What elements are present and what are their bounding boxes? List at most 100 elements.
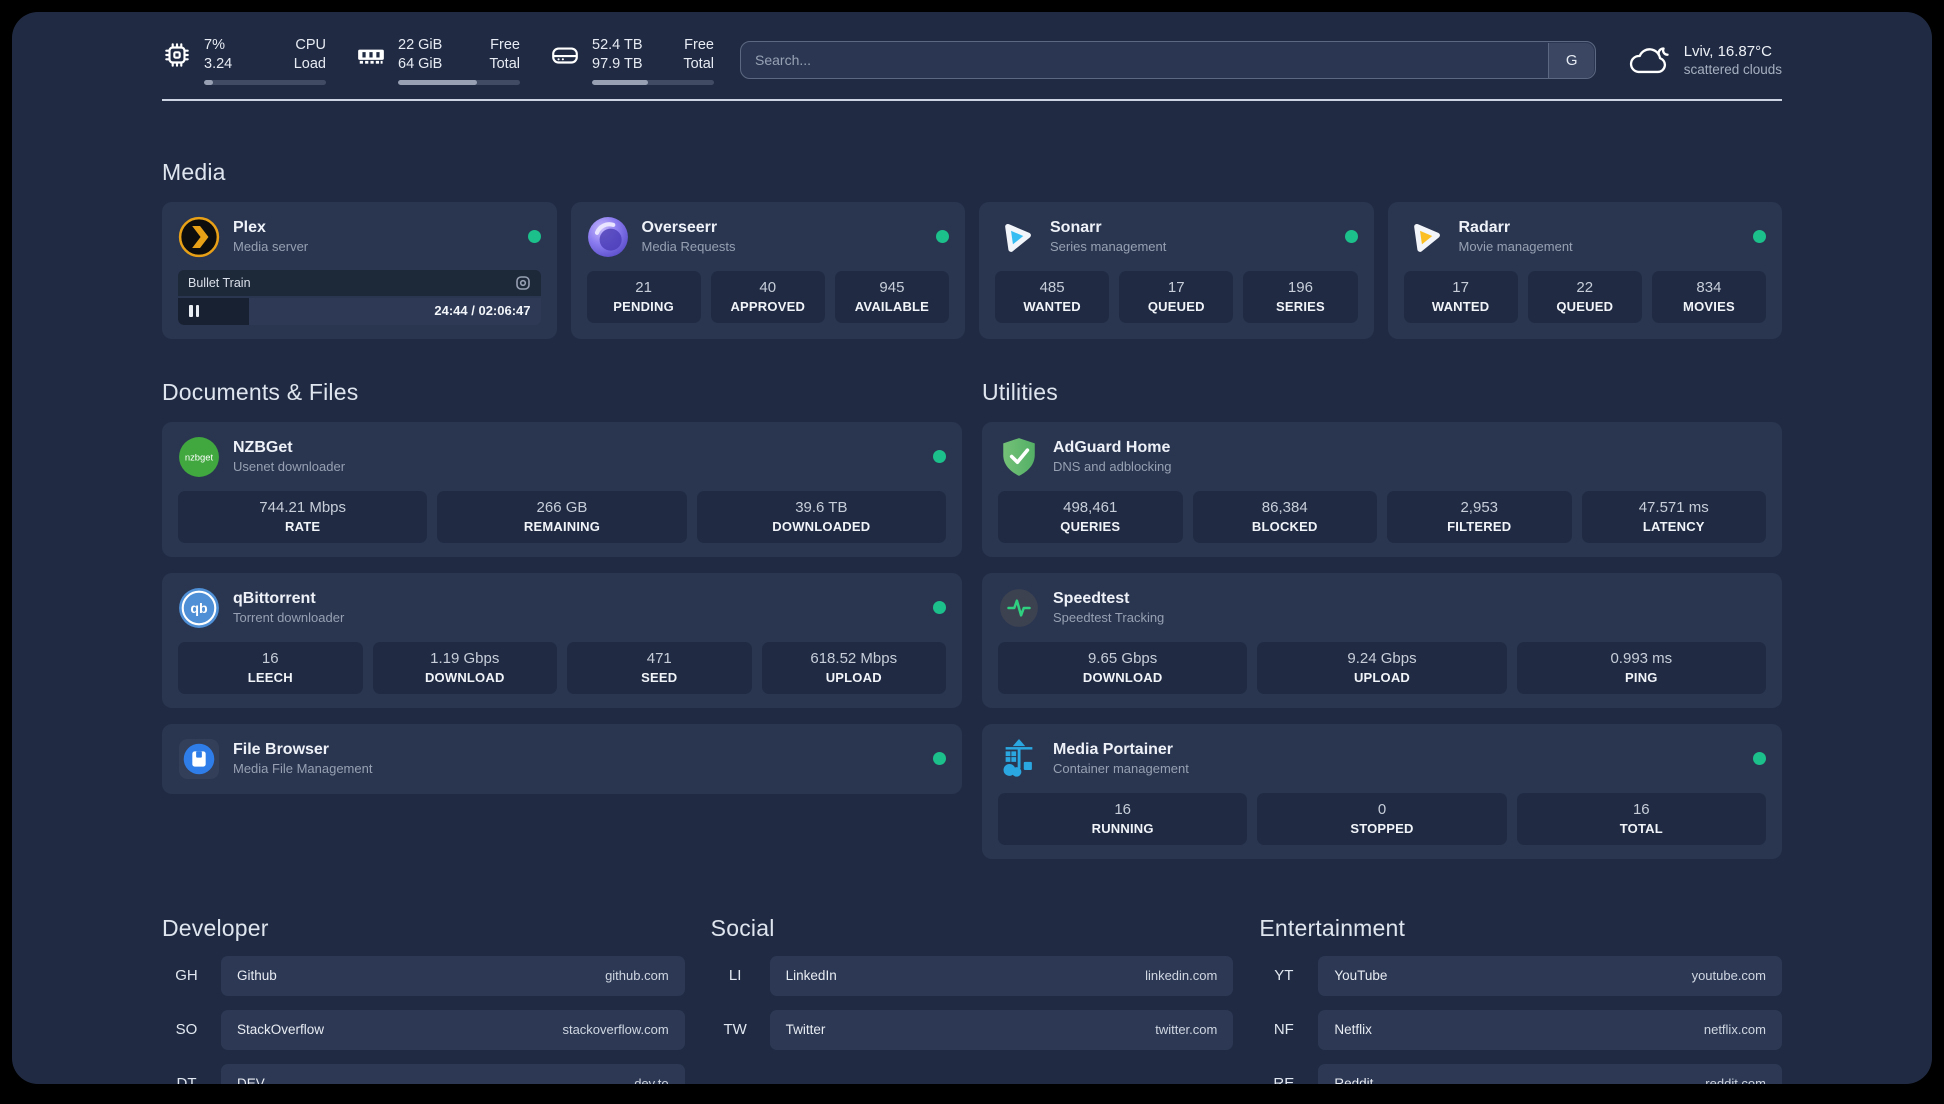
sonarr-icon — [995, 216, 1037, 258]
bookmark-stackoverflow[interactable]: SO StackOverflow stackoverflow.com — [162, 1009, 685, 1050]
bookmark-linkedin[interactable]: LI LinkedIn linkedin.com — [710, 955, 1234, 996]
section-title-media: Media — [162, 158, 226, 185]
app-title: Sonarr — [1050, 219, 1102, 237]
app-card-filebrowser[interactable]: File Browser Media File Management — [162, 723, 962, 794]
memory-stat: 22 GiB 64 GiB Free Total — [356, 36, 520, 85]
bookmark-name: YouTube — [1334, 968, 1388, 984]
stat-rate: 744.21 Mbps RATE — [178, 490, 428, 543]
stat-running: 16 RUNNING — [998, 792, 1248, 845]
app-subtitle: Media server — [233, 239, 309, 255]
bookmark-url: reddit.com — [1705, 1076, 1766, 1084]
disk-free-value: 52.4 TB — [592, 37, 643, 53]
disk-total-label: Total — [683, 55, 714, 72]
stat-downloaded: 39.6 TB DOWNLOADED — [696, 490, 946, 543]
status-dot — [933, 450, 946, 464]
stat-series: 196 SERIES — [1243, 270, 1358, 323]
now-playing-title: Bullet Train — [188, 275, 251, 290]
app-subtitle: Movie management — [1458, 239, 1573, 255]
bookmark-group-entertainment: Entertainment YT YouTube youtube.com NF N… — [1259, 915, 1782, 1084]
bookmark-reddit[interactable]: RE Reddit reddit.com — [1259, 1063, 1782, 1084]
bookmarks-area: Developer GH Github github.com SO StackOv… — [162, 915, 1782, 1084]
disk-icon — [550, 40, 580, 70]
app-card-plex[interactable]: Plex Media server Bullet Train 24:44 / 0… — [162, 201, 557, 339]
google-search-button[interactable]: G — [1548, 42, 1595, 78]
stat-wanted: 17 WANTED — [1403, 270, 1518, 323]
bookmark-github[interactable]: GH Github github.com — [162, 955, 685, 996]
app-card-radarr[interactable]: Radarr Movie management 17 WANTED 22 QUEUE… — [1387, 201, 1782, 339]
system-stats: 7% 3.24 CPU Load 22 GiB 64 GiB Free Tota… — [162, 36, 714, 85]
svg-text:nzbget: nzbget — [185, 452, 214, 463]
app-subtitle: DNS and adblocking — [1053, 459, 1172, 475]
bookmark-name: Reddit — [1334, 1076, 1374, 1084]
qbittorrent-icon: qb — [178, 587, 220, 629]
app-title: Overseerr — [641, 219, 718, 237]
cpu-load-value: 3.24 — [204, 55, 233, 72]
bookmark-group-social: Social LI LinkedIn linkedin.com TW Twitte… — [710, 915, 1234, 1084]
app-card-sonarr[interactable]: Sonarr Series management 485 WANTED 17 QUE… — [979, 201, 1374, 339]
app-title: Speedtest — [1053, 590, 1130, 608]
bookmark-abbr: TW — [710, 1009, 760, 1050]
bookmark-abbr: NF — [1259, 1009, 1309, 1050]
stat-available: 945 AVAILABLE — [834, 270, 950, 323]
app-card-overseerr[interactable]: Overseerr Media Requests 21 PENDING 40 APP… — [570, 201, 965, 339]
weather-condition: scattered clouds — [1683, 62, 1782, 78]
stat-upload: 9.24 Gbps UPLOAD — [1257, 641, 1507, 694]
plex-icon — [178, 216, 220, 258]
bookmark-dev[interactable]: DT DEV dev.to — [162, 1063, 685, 1084]
app-title: Radarr — [1458, 219, 1511, 237]
status-dot — [527, 230, 541, 244]
pause-button[interactable] — [189, 304, 199, 317]
stat-ping: 0.993 ms PING — [1516, 641, 1766, 694]
search-input[interactable] — [740, 41, 1596, 80]
bookmark-name: DEV — [237, 1076, 265, 1084]
stat-queued: 22 QUEUED — [1527, 270, 1642, 323]
bookmark-url: linkedin.com — [1145, 968, 1218, 984]
status-dot — [933, 752, 946, 766]
bookmark-twitter[interactable]: TW Twitter twitter.com — [710, 1009, 1234, 1050]
memory-icon — [356, 40, 386, 70]
bookmark-url: youtube.com — [1691, 968, 1766, 984]
memory-free-value: 22 GiB — [398, 37, 443, 53]
bookmark-url: netflix.com — [1703, 1022, 1766, 1038]
app-subtitle: Speedtest Tracking — [1053, 610, 1165, 626]
nzbget-icon: nzbget — [178, 436, 220, 478]
app-subtitle: Usenet downloader — [233, 459, 346, 475]
bookmark-name: StackOverflow — [237, 1022, 325, 1038]
bookmark-name: Github — [237, 968, 277, 984]
memory-total-label: Total — [489, 55, 520, 72]
app-subtitle: Media File Management — [233, 761, 373, 777]
bookmark-youtube[interactable]: YT YouTube youtube.com — [1259, 955, 1782, 996]
app-title: qBittorrent — [233, 590, 316, 608]
stat-queued: 17 QUEUED — [1119, 270, 1234, 323]
section-title-documents: Documents & Files — [162, 378, 359, 405]
disk-progress-bar — [592, 79, 714, 85]
app-card-qbittorrent[interactable]: qb qBittorrent Torrent downloader 16 LEEC… — [162, 572, 962, 708]
stat-download: 1.19 Gbps DOWNLOAD — [372, 641, 557, 694]
bookmark-abbr: YT — [1259, 955, 1309, 996]
disk-total-value: 97.9 TB — [592, 55, 643, 72]
app-card-portainer[interactable]: Media Portainer Container management 16 R… — [982, 723, 1782, 859]
bookmark-url: github.com — [605, 968, 669, 984]
app-card-adguard[interactable]: AdGuard Home DNS and adblocking 498,461 Q… — [982, 421, 1782, 557]
section-utilities: Utilities AdGuard Home DNS and adblockin… — [982, 379, 1782, 859]
stat-movies: 834 MOVIES — [1651, 270, 1767, 323]
bookmark-netflix[interactable]: NF Netflix netflix.com — [1259, 1009, 1782, 1050]
bookmark-url: twitter.com — [1155, 1022, 1218, 1038]
bookmark-name: LinkedIn — [785, 968, 837, 984]
status-dot — [1753, 230, 1766, 244]
portainer-icon — [998, 738, 1040, 780]
memory-free-label: Free — [490, 37, 520, 53]
search-bar: G — [740, 41, 1596, 80]
app-title: NZBGet — [233, 439, 293, 457]
app-subtitle: Series management — [1050, 239, 1167, 255]
app-subtitle: Torrent downloader — [233, 610, 345, 626]
status-dot — [936, 230, 949, 244]
bookmark-abbr: SO — [162, 1009, 211, 1050]
app-card-speedtest[interactable]: Speedtest Speedtest Tracking 9.65 Gbps DO… — [982, 572, 1782, 708]
app-card-nzbget[interactable]: nzbget NZBGet Usenet downloader 744.21 M… — [162, 421, 962, 557]
dashboard-panel: 7% 3.24 CPU Load 22 GiB 64 GiB Free Tota… — [12, 12, 1932, 1084]
stat-seed: 471 SEED — [567, 641, 752, 694]
stat-filtered: 2,953 FILTERED — [1387, 490, 1572, 543]
top-bar: 7% 3.24 CPU Load 22 GiB 64 GiB Free Tota… — [162, 36, 1782, 85]
memory-total-value: 64 GiB — [398, 55, 443, 72]
